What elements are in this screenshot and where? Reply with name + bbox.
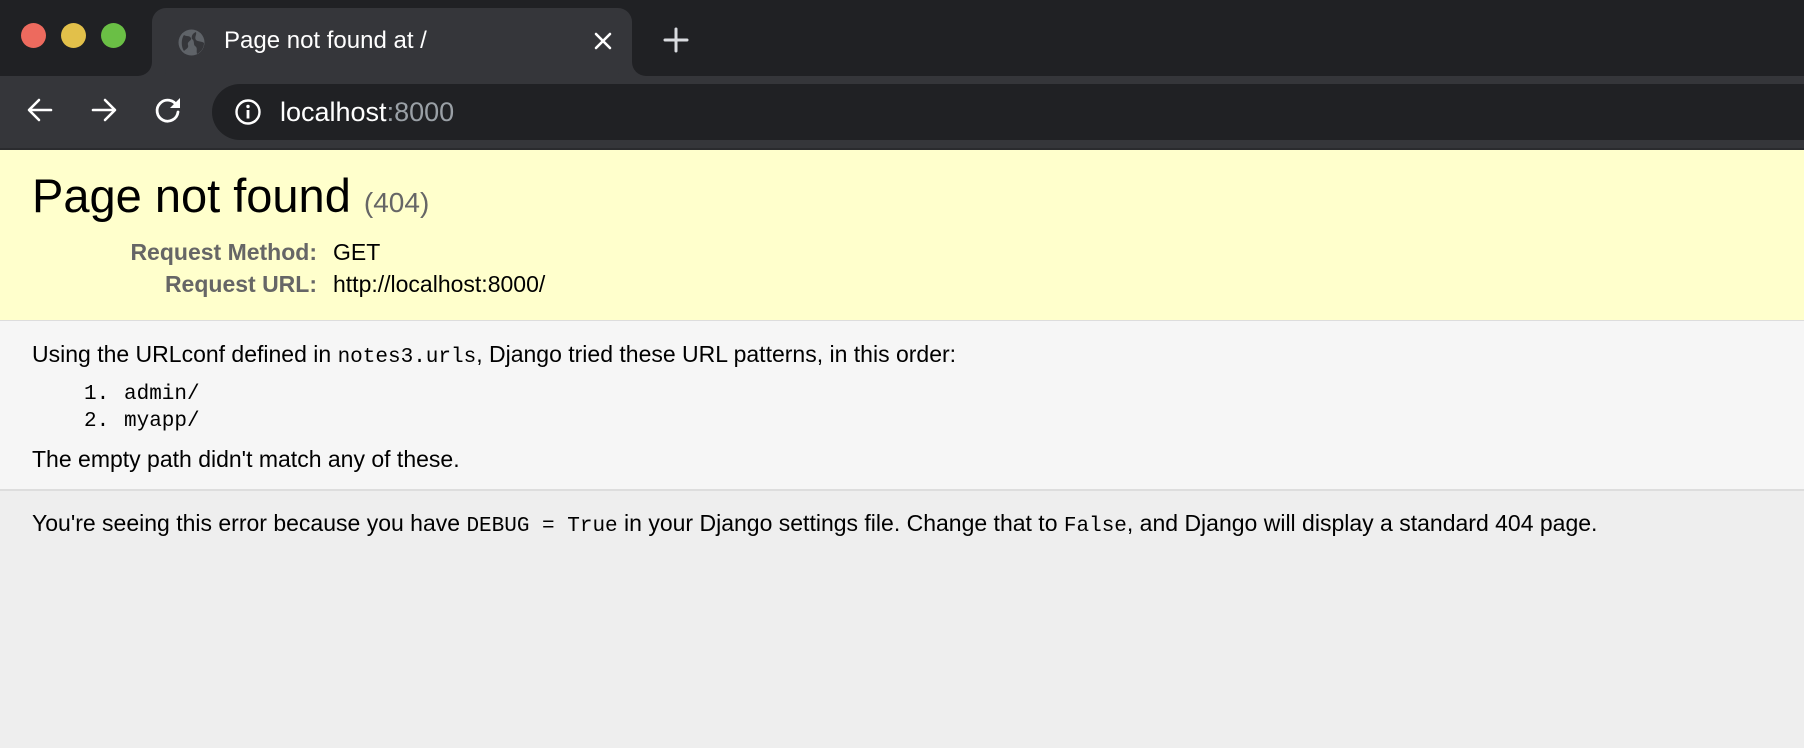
- request-url-label: Request URL:: [164, 271, 317, 297]
- url-host: localhost: [280, 97, 387, 127]
- request-method-label: Request Method:: [130, 239, 317, 265]
- page-title-text: Page not found: [32, 169, 351, 222]
- url-text[interactable]: localhost:8000: [280, 97, 454, 128]
- intro-text-after: , Django tried these URL patterns, in th…: [476, 341, 957, 367]
- tab-title: Page not found at /: [224, 27, 427, 54]
- url-patterns-info: Using the URLconf defined in notes3.urls…: [0, 321, 1804, 491]
- debug-explanation: You're seeing this error because you hav…: [0, 491, 1804, 748]
- pattern-number: 2.: [84, 410, 110, 433]
- url-port: :8000: [386, 97, 455, 127]
- url-pattern-item: 1. admin/: [84, 381, 200, 408]
- url-pattern-item: 2. myapp/: [84, 408, 200, 435]
- debug-setting-code: DEBUG = True: [466, 515, 618, 538]
- explanation-part: You're seeing this error because you hav…: [32, 510, 467, 536]
- pattern-value: myapp/: [124, 410, 200, 433]
- back-button[interactable]: [20, 92, 60, 132]
- reload-button[interactable]: [148, 92, 188, 132]
- globe-icon: [178, 29, 205, 56]
- info-icon[interactable]: [234, 98, 262, 126]
- page-content: Page not found (404) Request Method: GET…: [0, 150, 1804, 748]
- urlconf-intro: Using the URLconf defined in notes3.urls…: [32, 341, 956, 369]
- urlconf-module: notes3.urls: [337, 346, 477, 369]
- request-method-value: GET: [333, 239, 381, 265]
- pattern-value: admin/: [124, 383, 200, 406]
- forward-button[interactable]: [84, 92, 124, 132]
- url-pattern-list: 1. admin/ 2. myapp/: [84, 381, 200, 435]
- page-title: Page not found (404): [32, 168, 429, 223]
- pattern-number: 1.: [84, 383, 110, 406]
- arrow-right-icon: [89, 95, 119, 130]
- intro-text-before: Using the URLconf defined in: [32, 341, 338, 367]
- browser-tab-active[interactable]: Page not found at /: [152, 8, 632, 76]
- explanation-part: in your Django settings file. Change tha…: [617, 510, 1064, 536]
- tab-strip: Page not found at /: [0, 0, 1804, 76]
- arrow-left-icon: [25, 95, 55, 130]
- plus-icon: [663, 27, 689, 58]
- window-close-button[interactable]: [21, 23, 46, 48]
- browser-toolbar: localhost:8000: [0, 76, 1804, 148]
- status-code: (404): [363, 187, 430, 218]
- false-value-code: False: [1063, 515, 1127, 538]
- reload-icon: [153, 95, 183, 130]
- new-tab-button[interactable]: [658, 24, 694, 60]
- close-icon[interactable]: [588, 26, 618, 56]
- address-bar[interactable]: localhost:8000: [212, 84, 1804, 140]
- no-match-message: The empty path didn't match any of these…: [32, 446, 460, 472]
- error-summary: Page not found (404) Request Method: GET…: [0, 150, 1804, 321]
- window-zoom-button[interactable]: [101, 23, 126, 48]
- explanation-part: , and Django will display a standard 404…: [1126, 510, 1598, 536]
- debug-explanation-text: You're seeing this error because you hav…: [32, 510, 1597, 538]
- window-minimize-button[interactable]: [61, 23, 86, 48]
- request-url-value: http://localhost:8000/: [333, 271, 546, 297]
